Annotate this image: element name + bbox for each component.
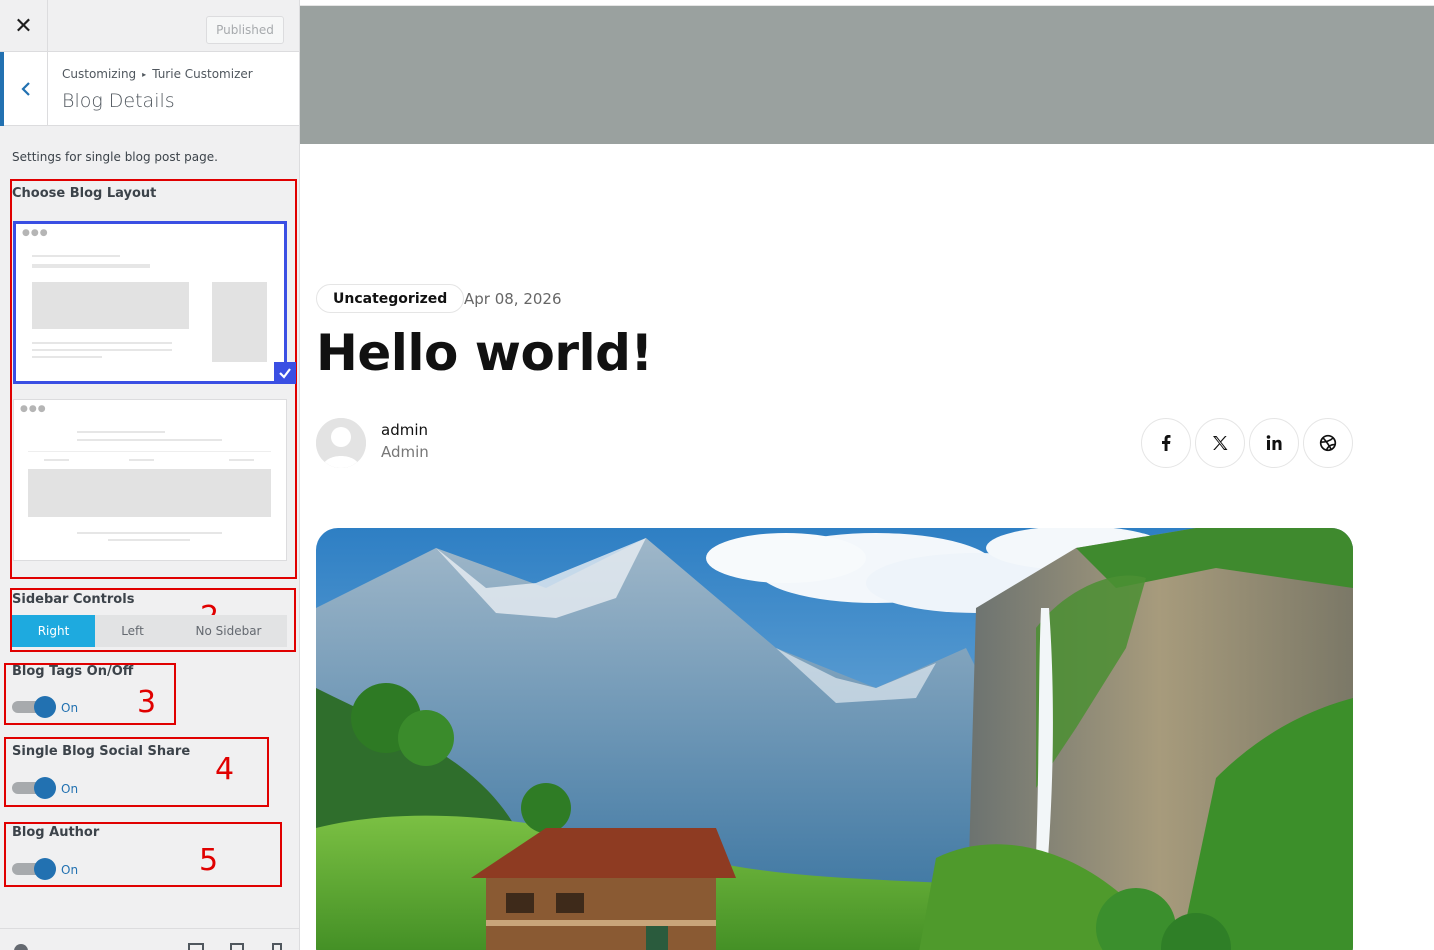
- share-x-button[interactable]: [1195, 418, 1245, 468]
- skeleton-line: [229, 459, 254, 461]
- close-button[interactable]: ✕: [0, 0, 48, 52]
- mountain-waterfall-illustration: [316, 528, 1353, 950]
- skeleton-line: [32, 342, 172, 344]
- skeleton-line: [77, 532, 222, 534]
- toggle-knob: [34, 696, 56, 718]
- mobile-preview-icon[interactable]: [272, 943, 282, 950]
- page-banner: [300, 6, 1434, 144]
- skeleton-sidebar-block: [212, 282, 267, 362]
- skeleton-line: [32, 264, 150, 268]
- skeleton-line: [108, 539, 190, 541]
- skeleton-content-block: [28, 469, 271, 517]
- author-role: Admin: [381, 443, 429, 461]
- section-description: Settings for single blog post page.: [12, 150, 218, 164]
- share-facebook-button[interactable]: [1141, 418, 1191, 468]
- site-preview: Uncategorized Apr 08, 2026 Hello world! …: [300, 0, 1434, 950]
- window-dots-icon: ●●●: [22, 228, 49, 238]
- layout-option-right-sidebar[interactable]: ●●●: [13, 221, 287, 384]
- post-title: Hello world!: [316, 324, 653, 382]
- blog-layout-title: Choose Blog Layout: [12, 186, 157, 201]
- author-name[interactable]: admin: [381, 421, 428, 439]
- category-badge[interactable]: Uncategorized: [316, 284, 465, 313]
- breadcrumb-root: Customizing: [62, 67, 137, 81]
- breadcrumb-parent: Turie Customizer: [152, 67, 253, 81]
- skeleton-divider: [28, 451, 271, 452]
- section-header: Customizing ▸ Turie Customizer Blog Detail…: [0, 52, 299, 126]
- desktop-preview-icon[interactable]: [188, 943, 204, 950]
- tablet-preview-icon[interactable]: [230, 943, 244, 950]
- blog-tags-state: On: [61, 701, 79, 715]
- skeleton-line: [129, 459, 154, 461]
- toggle-knob: [34, 858, 56, 880]
- blog-tags-toggle[interactable]: [12, 696, 58, 718]
- toggle-knob: [34, 777, 56, 799]
- skeleton-line: [32, 255, 120, 257]
- blog-author-title: Blog Author: [12, 825, 100, 840]
- blog-author-state: On: [61, 863, 79, 877]
- layout-option-no-sidebar[interactable]: ●●●: [13, 399, 287, 561]
- sidebar-option-no-sidebar[interactable]: No Sidebar: [170, 615, 287, 647]
- author-avatar[interactable]: [316, 418, 366, 468]
- sidebar-option-left[interactable]: Left: [95, 615, 170, 647]
- linkedin-icon: [1266, 435, 1282, 450]
- annotation-number-4: 4: [215, 752, 235, 787]
- skeleton-line: [44, 459, 69, 461]
- sidebar-option-right[interactable]: Right: [12, 615, 95, 647]
- window-dots-icon: ●●●: [20, 404, 47, 414]
- breadcrumb: Customizing ▸ Turie Customizer: [62, 67, 253, 81]
- blog-tags-title: Blog Tags On/Off: [12, 664, 134, 679]
- social-share-state: On: [61, 782, 79, 796]
- facebook-icon: [1162, 435, 1171, 451]
- annotation-number-3: 3: [137, 685, 157, 720]
- dribbble-icon: [1319, 434, 1337, 452]
- selected-check-icon: [274, 362, 296, 384]
- close-icon: ✕: [14, 13, 33, 39]
- x-icon: [1213, 436, 1228, 450]
- blog-author-toggle[interactable]: [12, 858, 58, 880]
- sidebar-position-segmented-control: Right Left No Sidebar: [12, 615, 287, 647]
- skeleton-line: [32, 356, 102, 358]
- skeleton-content-block: [32, 282, 189, 329]
- social-share-title: Single Blog Social Share: [12, 744, 191, 759]
- skeleton-line: [77, 431, 165, 433]
- hide-controls-button[interactable]: [14, 943, 36, 950]
- share-linkedin-button[interactable]: [1249, 418, 1299, 468]
- section-title: Blog Details: [62, 90, 175, 112]
- skeleton-line: [77, 439, 222, 441]
- annotation-number-5: 5: [199, 843, 219, 878]
- back-button[interactable]: [0, 52, 48, 126]
- published-button[interactable]: Published: [206, 16, 284, 44]
- sidebar-controls-title: Sidebar Controls: [12, 592, 135, 607]
- breadcrumb-separator-icon: ▸: [142, 70, 147, 79]
- customizer-topbar: ✕ Published: [0, 0, 299, 52]
- featured-image: [316, 528, 1353, 950]
- social-share-toggle[interactable]: [12, 777, 58, 799]
- customizer-sidebar: ✕ Published Customizing ▸ Turie Customizer…: [0, 0, 300, 950]
- skeleton-line: [32, 349, 172, 351]
- customizer-footer: [0, 928, 299, 950]
- post-date: Apr 08, 2026: [464, 290, 562, 308]
- chevron-left-icon: [20, 82, 30, 96]
- avatar-silhouette-icon: [316, 418, 366, 468]
- share-dribbble-button[interactable]: [1303, 418, 1353, 468]
